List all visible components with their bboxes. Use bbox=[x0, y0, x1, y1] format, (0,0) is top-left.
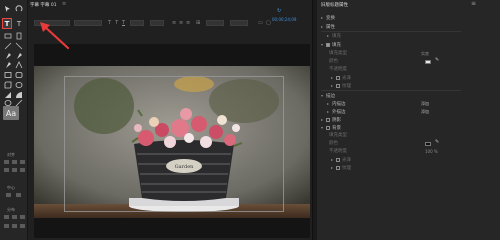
bg-opacity-value[interactable]: 100 % bbox=[425, 149, 438, 155]
convert-anchor-tool-icon[interactable] bbox=[14, 60, 24, 70]
eyedropper-icon[interactable]: ✎ bbox=[435, 139, 439, 145]
path-text-tool-icon[interactable] bbox=[3, 41, 13, 51]
show-background-video-icon[interactable]: ▭ bbox=[258, 20, 263, 26]
rotation-tool-icon[interactable] bbox=[14, 4, 24, 14]
title-safe-guide bbox=[64, 76, 284, 212]
bg-texture-row[interactable]: ▸ 纹理 bbox=[331, 165, 351, 171]
section-background[interactable]: ▾ 背景 bbox=[321, 125, 341, 131]
legacy-title-properties-panel: 旧版标题属性 ≡ ▸ 变换 ▸ 属性 ▸ 填充 ▾ 填充 填充类型 实底 颜色 ✎ 不透… bbox=[312, 0, 500, 240]
section-shadow[interactable]: ▸ 阴影 bbox=[321, 117, 341, 123]
font-size-field[interactable] bbox=[130, 20, 144, 26]
text-tool-icon[interactable]: T bbox=[2, 19, 12, 29]
align-left-icon[interactable] bbox=[4, 160, 9, 164]
tab-menu-icon[interactable]: ≡ bbox=[62, 1, 66, 7]
outer-strokes-add[interactable]: 添加 bbox=[421, 109, 429, 115]
outer-strokes-row[interactable]: ▸ 外描边 bbox=[327, 109, 346, 115]
section-transform[interactable]: ▸ 变换 bbox=[321, 15, 335, 21]
fill-type-label: 填充类型 bbox=[329, 51, 347, 56]
bold-icon[interactable]: T bbox=[108, 20, 111, 26]
timecode[interactable]: 00;00;24;09 bbox=[272, 17, 296, 22]
texture-checkbox[interactable] bbox=[336, 83, 340, 88]
video-preview-frame: Garden bbox=[34, 44, 310, 238]
section-fill[interactable]: ▾ 填充 bbox=[321, 42, 341, 48]
distribute-1-icon[interactable] bbox=[4, 215, 9, 219]
title-canvas-area: 字幕 字幕 01 ≡ T T T ≡ ≡ ≡ ⊞ ▭ ▢ ↻ 00;00;24;… bbox=[28, 0, 312, 240]
shadow-checkbox[interactable] bbox=[326, 117, 330, 122]
align-center-icon[interactable] bbox=[12, 160, 17, 164]
clipped-corner-tool-icon[interactable] bbox=[3, 80, 13, 90]
align-right-text-icon[interactable]: ≡ bbox=[186, 20, 190, 26]
eyedropper-icon[interactable]: ✎ bbox=[435, 57, 439, 63]
text-style-preview[interactable]: Aa bbox=[3, 106, 19, 120]
center-section-label: 中心 bbox=[7, 185, 15, 190]
section-properties[interactable]: ▸ 属性 bbox=[321, 24, 335, 30]
opacity-label: 不透明度 bbox=[329, 67, 347, 72]
bg-sheen-checkbox[interactable] bbox=[336, 157, 340, 162]
italic-icon[interactable]: T bbox=[115, 20, 118, 26]
panel-title: 旧版标题属性 bbox=[321, 3, 348, 8]
title-toolbar: T T T ≡ ≡ ≡ ⊞ ▭ ▢ bbox=[30, 16, 312, 30]
align-bottom-icon[interactable] bbox=[20, 168, 25, 172]
panel-scrollbar[interactable] bbox=[313, 0, 317, 240]
vertical-area-text-tool-icon[interactable] bbox=[14, 31, 24, 41]
align-left-text-icon[interactable]: ≡ bbox=[172, 20, 176, 26]
document-tab[interactable]: 字幕 字幕 01 bbox=[30, 2, 62, 10]
inner-strokes-row[interactable]: ▸ 内描边 bbox=[327, 101, 346, 107]
area-text-tool-icon[interactable] bbox=[3, 31, 13, 41]
section-strokes[interactable]: ▾ 描边 bbox=[321, 93, 335, 99]
selection-tool-icon[interactable] bbox=[3, 4, 13, 14]
center-horizontal-icon[interactable] bbox=[6, 193, 11, 197]
panel-menu-icon[interactable]: ≡ bbox=[471, 0, 476, 7]
bg-color-swatch[interactable] bbox=[425, 142, 431, 146]
rounded-rectangle-tool-icon[interactable] bbox=[14, 70, 24, 80]
tool-panel: T T Aa 对齐 中心 分布 bbox=[0, 0, 28, 240]
align-top-icon[interactable] bbox=[4, 168, 9, 172]
bg-texture-checkbox[interactable] bbox=[336, 165, 340, 170]
bg-color-label: 颜色 bbox=[329, 141, 338, 146]
divider bbox=[321, 31, 461, 32]
distribute-2-icon[interactable] bbox=[12, 215, 17, 219]
distribute-3-icon[interactable] bbox=[20, 215, 25, 219]
align-right-icon[interactable] bbox=[20, 160, 25, 164]
align-center-text-icon[interactable]: ≡ bbox=[179, 20, 183, 26]
distribute-4-icon[interactable] bbox=[4, 224, 9, 228]
tracking-field[interactable] bbox=[230, 20, 248, 26]
color-label: 颜色 bbox=[329, 59, 338, 64]
leading-field[interactable] bbox=[206, 20, 224, 26]
distribute-6-icon[interactable] bbox=[20, 224, 25, 228]
align-middle-icon[interactable] bbox=[12, 168, 17, 172]
delete-anchor-tool-icon[interactable] bbox=[3, 60, 13, 70]
underline-icon[interactable]: T bbox=[122, 20, 125, 26]
background-checkbox[interactable] bbox=[326, 125, 330, 130]
divider bbox=[321, 90, 461, 91]
red-callout-arrow-icon bbox=[40, 22, 70, 50]
bg-opacity-label: 不透明度 bbox=[329, 149, 347, 154]
section-style-placeholder[interactable]: ▸ 填充 bbox=[327, 33, 341, 39]
timecode-scrub-icon[interactable]: ↻ bbox=[277, 8, 281, 14]
new-title-icon[interactable]: ▢ bbox=[266, 20, 271, 26]
distribute-5-icon[interactable] bbox=[12, 224, 17, 228]
texture-row[interactable]: ▸ 纹理 bbox=[331, 83, 351, 89]
center-vertical-icon[interactable] bbox=[16, 193, 21, 197]
vertical-path-text-tool-icon[interactable] bbox=[14, 41, 24, 51]
fill-type-value[interactable]: 实底 bbox=[421, 51, 429, 57]
rectangle-tool-icon[interactable] bbox=[3, 70, 13, 80]
align-section-label: 对齐 bbox=[7, 152, 15, 157]
fill-checkbox[interactable] bbox=[326, 42, 330, 47]
bg-fill-type-label: 填充类型 bbox=[329, 133, 347, 138]
distribute-section-label: 分布 bbox=[7, 207, 15, 212]
rounded-corner-tool-icon[interactable] bbox=[14, 80, 24, 90]
tab-stops-icon[interactable]: ⊞ bbox=[196, 20, 200, 26]
bg-sheen-row[interactable]: ▸ 光泽 bbox=[331, 157, 351, 163]
inner-strokes-add[interactable]: 添加 bbox=[421, 101, 429, 107]
kerning-field[interactable] bbox=[150, 20, 164, 26]
sheen-row[interactable]: ▸ 光泽 bbox=[331, 75, 351, 81]
sheen-checkbox[interactable] bbox=[336, 75, 340, 80]
fill-color-swatch[interactable] bbox=[425, 60, 431, 64]
font-style-dropdown[interactable] bbox=[74, 20, 102, 26]
vertical-text-tool-icon[interactable]: T bbox=[14, 19, 24, 29]
